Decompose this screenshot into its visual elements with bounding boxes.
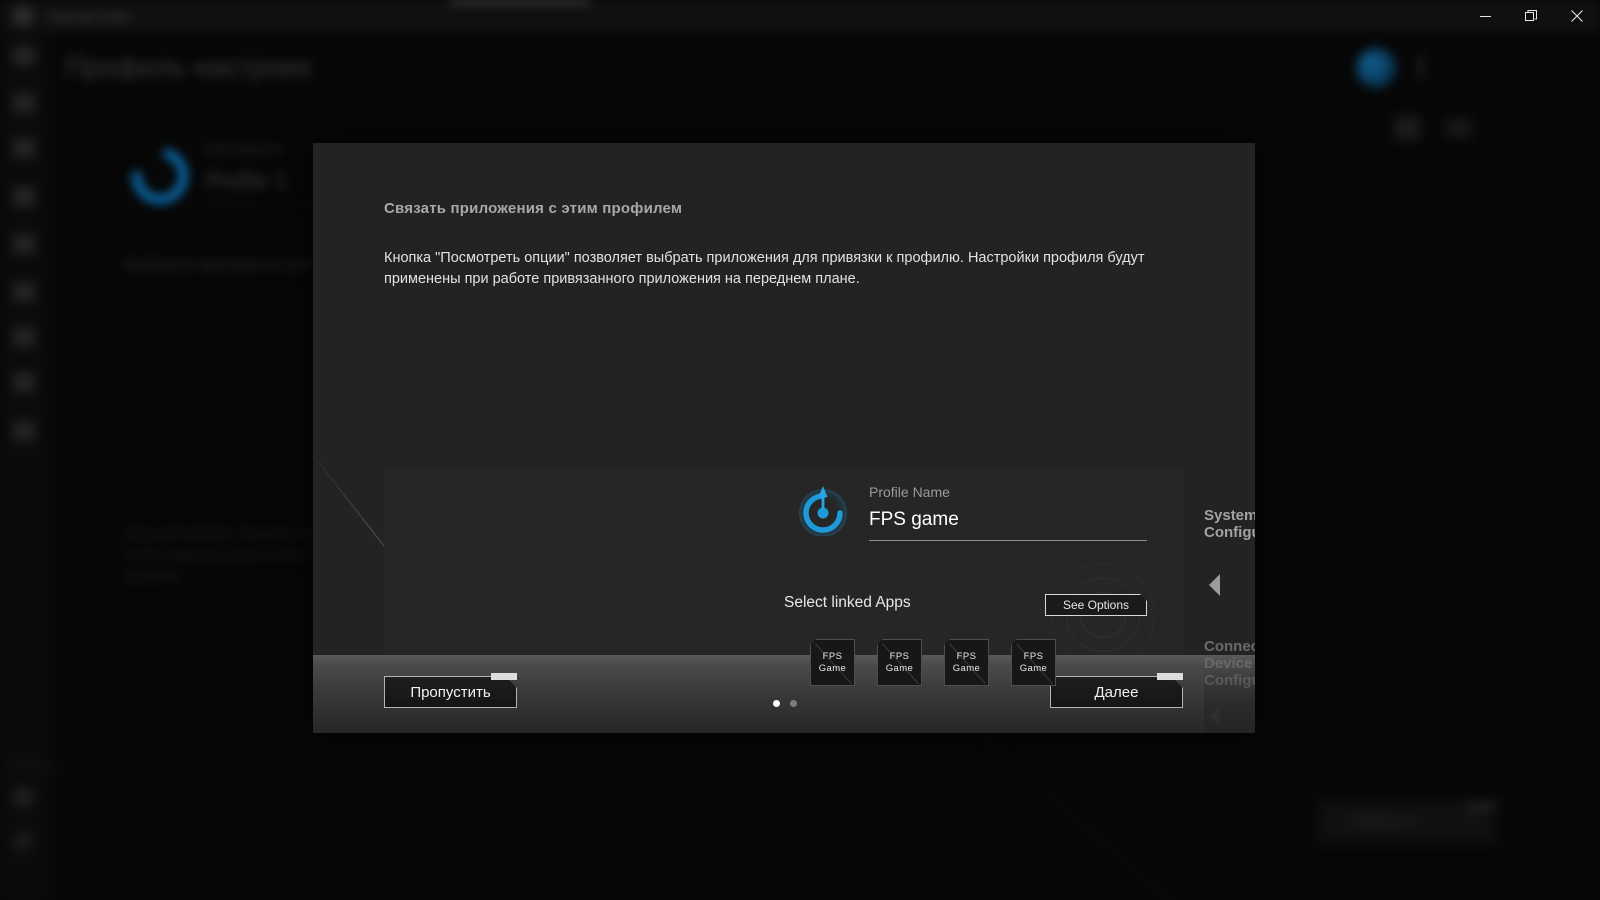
dialog-footer: Пропустить Далее [313,655,1255,733]
chevron-left-icon[interactable] [1209,705,1220,727]
minimize-icon[interactable] [1462,0,1508,32]
app-logo-icon [12,5,34,27]
background-help-icon[interactable] [13,831,33,851]
background-page-title: Профиль настроек [66,52,311,83]
background-profile-icon [121,137,199,215]
background-profile-label: Имя профиля [206,142,283,156]
sidebar-item-tools[interactable] [13,327,35,347]
background-bottom-left-label: ПОМОЩЬ [8,762,60,774]
linked-apps-label: Select linked Apps [784,594,911,612]
title-bar-accent [450,0,590,4]
background-bottom-button-tab [1468,803,1496,810]
profile-target-icon [797,484,849,536]
list-item[interactable]: FPS Game [944,639,989,686]
application-window: Gaming Suite Профиль настроек Имя профил… [0,0,1600,900]
background-toolbar-icon-b[interactable] [1446,118,1472,138]
pagination-dot-2[interactable] [790,700,797,707]
link-apps-dialog: Связать приложения с этим профилем Кнопк… [313,143,1255,733]
app-tile-line2: Game [886,663,913,675]
sidebar-item-library[interactable] [13,421,35,441]
sidebar-item-devices[interactable] [13,138,35,158]
app-tile-line1: FPS [890,651,910,663]
dialog-heading: Связать приложения с этим профилем [384,200,682,217]
system-configuration-heading: System Configuration [1204,507,1255,541]
dialog-description: Кнопка "Посмотреть опции" позволяет выбр… [384,248,1184,290]
restore-icon[interactable] [1508,0,1554,32]
list-item[interactable]: FPS Game [1011,639,1056,686]
pagination-dot-1[interactable] [773,700,780,707]
background-subtitle: Выберите приложение для [124,256,313,273]
app-tile-line1: FPS [1024,651,1044,663]
linked-apps-list: FPS Game FPS Game FPS Game FPS Game [810,639,1056,686]
background-kebab-menu-icon[interactable] [1419,56,1423,78]
app-tile-line1: FPS [823,651,843,663]
background-toolbar-icon-a[interactable] [1394,116,1420,140]
skip-button-tab [491,673,517,680]
background-bottom-button-label: Применить [1352,814,1414,828]
sidebar-item-stats[interactable] [13,372,35,392]
app-tile-line2: Game [953,663,980,675]
profile-name-label: Profile Name [869,484,950,500]
app-tile-line2: Game [819,663,846,675]
background-profile-name: Profile 1 [206,168,287,194]
sidebar-item-dashboard[interactable] [13,46,35,66]
profile-name-input[interactable] [869,509,1139,531]
chevron-left-icon[interactable] [1209,574,1220,596]
list-item[interactable]: FPS Game [877,639,922,686]
next-button-tab [1157,673,1183,680]
sidebar-item-keymap[interactable] [13,282,35,302]
skip-button[interactable]: Пропустить [384,676,517,708]
app-title: Gaming Suite [48,9,130,24]
sidebar-item-lighting[interactable] [13,187,35,207]
profile-name-underline [869,540,1147,541]
sidebar-item-profile[interactable] [13,93,35,113]
see-options-button[interactable]: See Options [1045,594,1147,616]
background-avatar[interactable] [1356,48,1396,88]
next-button[interactable]: Далее [1050,676,1183,708]
close-icon[interactable] [1554,0,1600,32]
title-bar: Gaming Suite [0,0,1600,32]
pagination [773,700,797,707]
app-tile-line2: Game [1020,663,1047,675]
list-item[interactable]: FPS Game [810,639,855,686]
window-controls [1462,0,1600,32]
background-user-icon[interactable] [12,786,34,808]
connected-device-configuration-heading: Connected Device Configuration [1204,638,1255,689]
app-tile-line1: FPS [957,651,977,663]
sidebar-item-macros[interactable] [13,234,35,254]
